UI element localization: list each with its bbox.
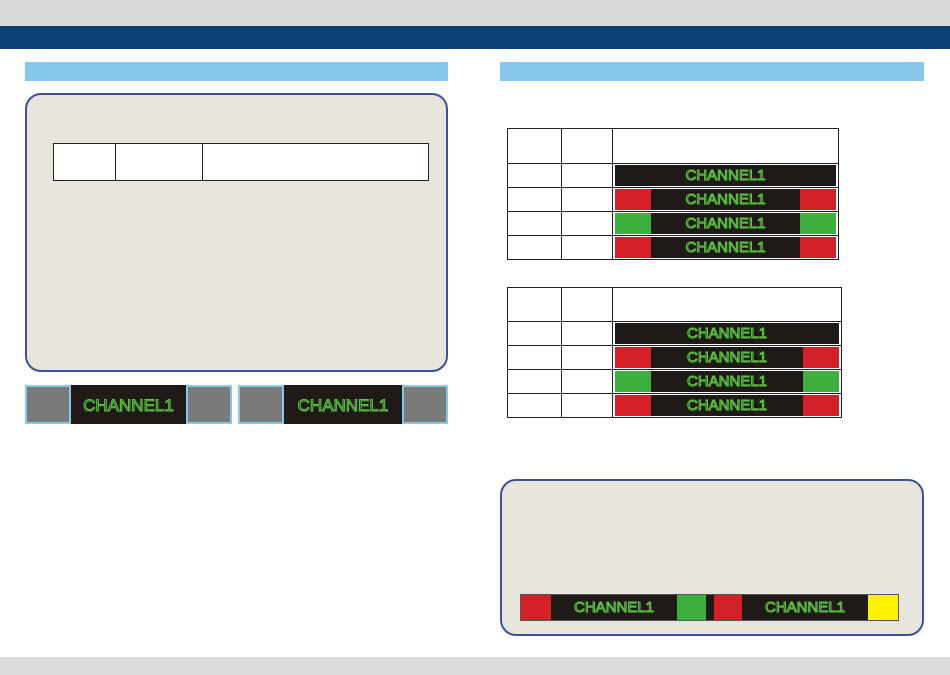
table1-cell: [507, 187, 562, 212]
left-section-bar: [25, 62, 448, 81]
right-indicator-red: [800, 237, 836, 258]
channel-strip: CHANNEL1: [615, 347, 839, 368]
bottom-channel-strip: CHANNEL1 CHANNEL1: [520, 594, 899, 621]
table1-head-3: [612, 128, 839, 164]
right-section-bar: [500, 62, 924, 81]
table2-channel-cell: CHANNEL1: [612, 345, 842, 370]
table2-cell: [561, 393, 613, 418]
channel-strip: CHANNEL1: [615, 323, 839, 344]
top-margin: [0, 0, 950, 26]
table2-cell: [561, 369, 613, 394]
left-note-panel: [25, 93, 448, 372]
left-strip-block-1: [25, 385, 71, 424]
right-indicator-red: [800, 189, 836, 210]
channel-table-1: CHANNEL1 CHANNEL1 CHANNEL1 CHANNEL1: [507, 128, 839, 260]
channel-strip: CHANNEL1: [615, 395, 839, 416]
channel-label: CHANNEL1: [573, 599, 655, 616]
table2-cell: [507, 321, 562, 346]
bottom-strip-gap: [706, 595, 714, 620]
left-table-cell-1: [53, 143, 116, 181]
bottom-strip-display-1: CHANNEL1: [551, 595, 677, 620]
bottom-strip-red-1: [521, 595, 551, 620]
left-table-cell-2: [115, 143, 203, 181]
left-strip-block-3: [238, 385, 284, 424]
table2-head-1: [507, 287, 562, 322]
left-channel-strip: CHANNEL1 CHANNEL1: [25, 385, 448, 424]
right-indicator-green: [803, 371, 839, 392]
table2-head-3: [612, 287, 842, 322]
right-indicator-red: [803, 395, 839, 416]
table2-cell: [561, 345, 613, 370]
channel-label: CHANNEL1: [297, 396, 389, 415]
bottom-margin: [0, 657, 950, 675]
table2-cell: [507, 369, 562, 394]
table1-cell: [507, 163, 562, 188]
channel-strip: CHANNEL1: [615, 237, 836, 258]
table1-channel-cell: CHANNEL1: [612, 235, 839, 260]
bottom-strip-yellow: [868, 595, 898, 620]
table1-cell: [507, 211, 562, 236]
channel-strip: CHANNEL1: [615, 189, 836, 210]
table2-channel-cell: CHANNEL1: [612, 393, 842, 418]
left-header-table: [53, 143, 429, 181]
channel-table-2: CHANNEL1 CHANNEL1 CHANNEL1 CHANNEL1: [507, 287, 842, 418]
bottom-strip-red-2: [714, 595, 742, 620]
table1-channel-cell: CHANNEL1: [612, 163, 839, 188]
left-strip-block-2: [186, 385, 232, 424]
channel-label: CHANNEL1: [83, 396, 175, 415]
table1-cell: [507, 235, 562, 260]
channel-label: CHANNEL1: [686, 325, 768, 342]
left-strip-display-1: CHANNEL1: [71, 385, 186, 424]
table1-cell: [561, 235, 613, 260]
left-strip-display-2: CHANNEL1: [284, 385, 402, 424]
channel-strip: CHANNEL1: [615, 165, 836, 186]
table1-channel-cell: CHANNEL1: [612, 211, 839, 236]
channel-label: CHANNEL1: [764, 599, 846, 616]
left-strip-block-4: [402, 385, 448, 424]
channel-label: CHANNEL1: [685, 167, 766, 184]
table2-channel-cell: CHANNEL1: [612, 321, 842, 346]
table2-channel-cell: CHANNEL1: [612, 369, 842, 394]
table1-cell: [561, 187, 613, 212]
table1-channel-cell: CHANNEL1: [612, 187, 839, 212]
right-indicator-red: [803, 347, 839, 368]
header-bar: [0, 26, 950, 49]
table2-cell: [561, 321, 613, 346]
table1-cell: [561, 163, 613, 188]
table1-head-1: [507, 128, 562, 164]
right-indicator-green: [800, 213, 836, 234]
table2-cell: [507, 393, 562, 418]
left-table-cell-3: [202, 143, 429, 181]
table2-head-2: [561, 287, 613, 322]
bottom-strip-green: [677, 595, 706, 620]
bottom-strip-display-2: CHANNEL1: [742, 595, 868, 620]
table2-cell: [507, 345, 562, 370]
channel-strip: CHANNEL1: [615, 371, 839, 392]
table1-head-2: [561, 128, 613, 164]
table1-cell: [561, 211, 613, 236]
channel-strip: CHANNEL1: [615, 213, 836, 234]
